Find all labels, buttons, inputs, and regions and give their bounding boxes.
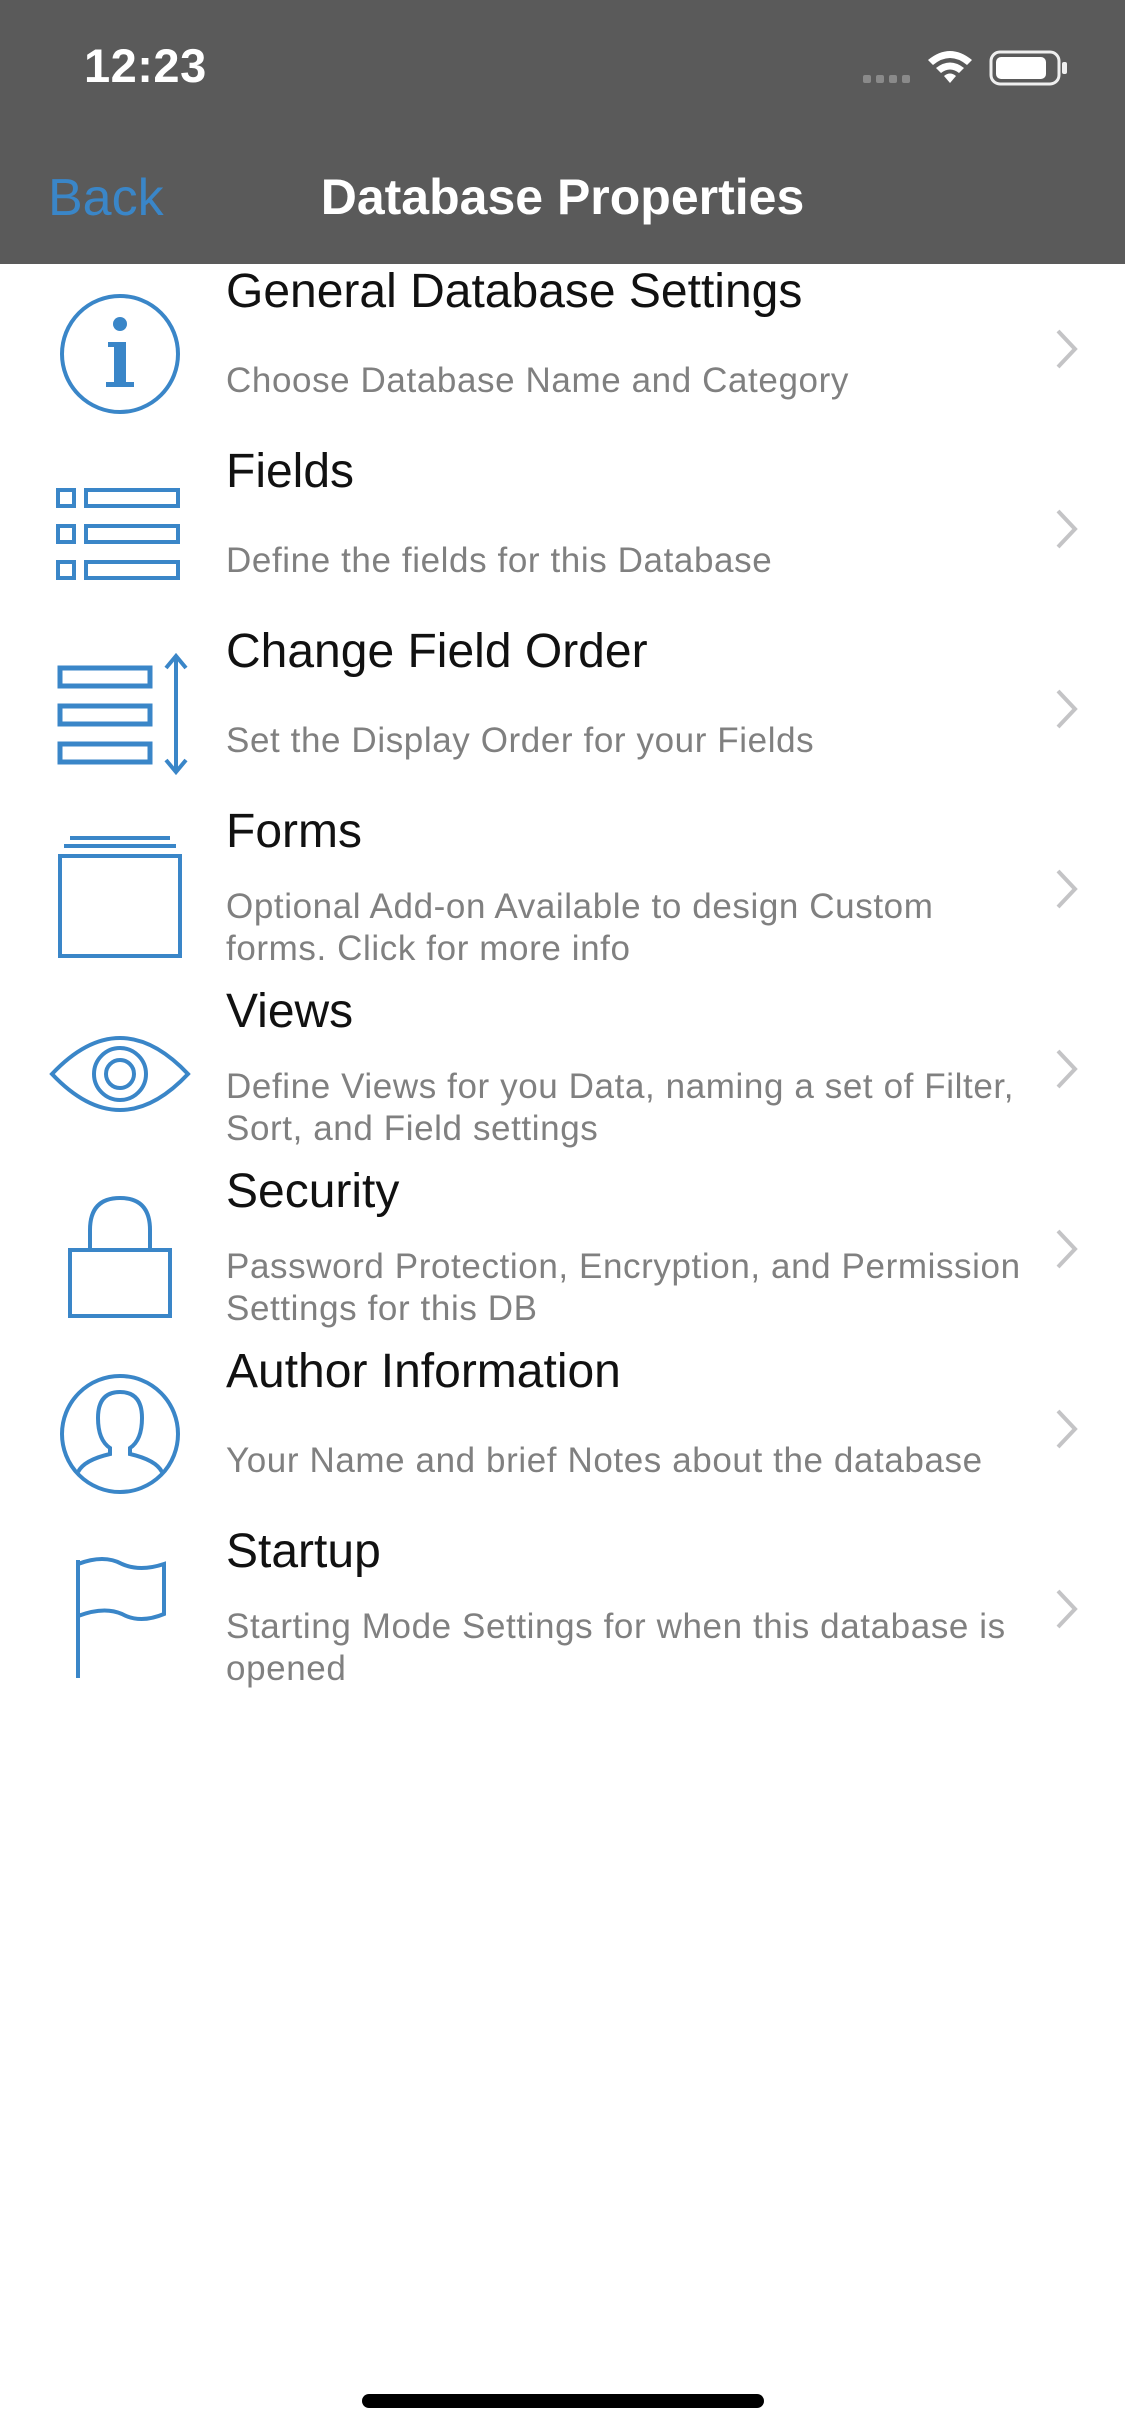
eye-icon <box>46 1006 194 1142</box>
back-button[interactable]: Back <box>48 168 164 228</box>
list-item-author-information[interactable]: Author Information Your Name and brief N… <box>0 1344 1125 1524</box>
chevron-right-icon <box>1056 1049 1078 1089</box>
item-subtitle: Your Name and brief Notes about the data… <box>226 1441 983 1480</box>
chevron-right-icon <box>1056 329 1078 369</box>
list-item-startup[interactable]: Startup Starting Mode Settings for when … <box>0 1524 1125 1704</box>
item-subtitle: Optional Add-on Available to design Cust… <box>226 887 934 968</box>
user-icon <box>46 1366 194 1502</box>
item-title: Change Field Order <box>226 625 648 678</box>
item-subtitle: Password Protection, Encryption, and Per… <box>226 1247 1021 1328</box>
list-item-fields[interactable]: Fields Define the fields for this Databa… <box>0 444 1125 624</box>
status-icons <box>863 46 1083 92</box>
chevron-right-icon <box>1056 869 1078 909</box>
battery-icon <box>989 50 1067 86</box>
chevron-right-icon <box>1056 1589 1078 1629</box>
item-subtitle: Set the Display Order for your Fields <box>226 721 815 760</box>
item-subtitle: Define the fields for this Database <box>226 541 773 580</box>
chevron-right-icon <box>1056 689 1078 729</box>
item-subtitle: Starting Mode Settings for when this dat… <box>226 1607 1006 1688</box>
cellular-signal-icon <box>863 75 910 83</box>
flag-icon <box>46 1546 194 1682</box>
list-item-security[interactable]: Security Password Protection, Encryption… <box>0 1164 1125 1344</box>
forms-icon <box>46 826 194 962</box>
home-indicator[interactable] <box>362 2394 764 2408</box>
info-icon <box>46 286 194 422</box>
reorder-icon <box>46 646 194 782</box>
navigation-bar: 12:23 Back Database Properties <box>0 0 1125 264</box>
item-title: Security <box>226 1165 400 1218</box>
chevron-right-icon <box>1056 509 1078 549</box>
screen: 12:23 Back Database Properties General D… <box>0 0 1125 2436</box>
item-title: Forms <box>226 805 362 858</box>
chevron-right-icon <box>1056 1229 1078 1269</box>
list-item-forms[interactable]: Forms Optional Add-on Available to desig… <box>0 804 1125 984</box>
list-item-views[interactable]: Views Define Views for you Data, naming … <box>0 984 1125 1164</box>
item-title: Author Information <box>226 1345 621 1398</box>
settings-list: General Database Settings Choose Databas… <box>0 264 1125 1704</box>
chevron-right-icon <box>1056 1409 1078 1449</box>
list-item-change-field-order[interactable]: Change Field Order Set the Display Order… <box>0 624 1125 804</box>
list-item-general-settings[interactable]: General Database Settings Choose Databas… <box>0 264 1125 444</box>
status-time: 12:23 <box>84 39 207 92</box>
item-title: Fields <box>226 445 355 498</box>
item-title: General Database Settings <box>226 265 803 318</box>
wifi-icon <box>928 51 972 83</box>
item-title: Views <box>226 985 354 1038</box>
item-subtitle: Define Views for you Data, naming a set … <box>226 1067 1015 1148</box>
list-icon <box>46 466 194 602</box>
lock-icon <box>46 1186 194 1322</box>
item-title: Startup <box>226 1525 381 1578</box>
page-title: Database Properties <box>320 169 805 225</box>
item-subtitle: Choose Database Name and Category <box>226 361 849 400</box>
